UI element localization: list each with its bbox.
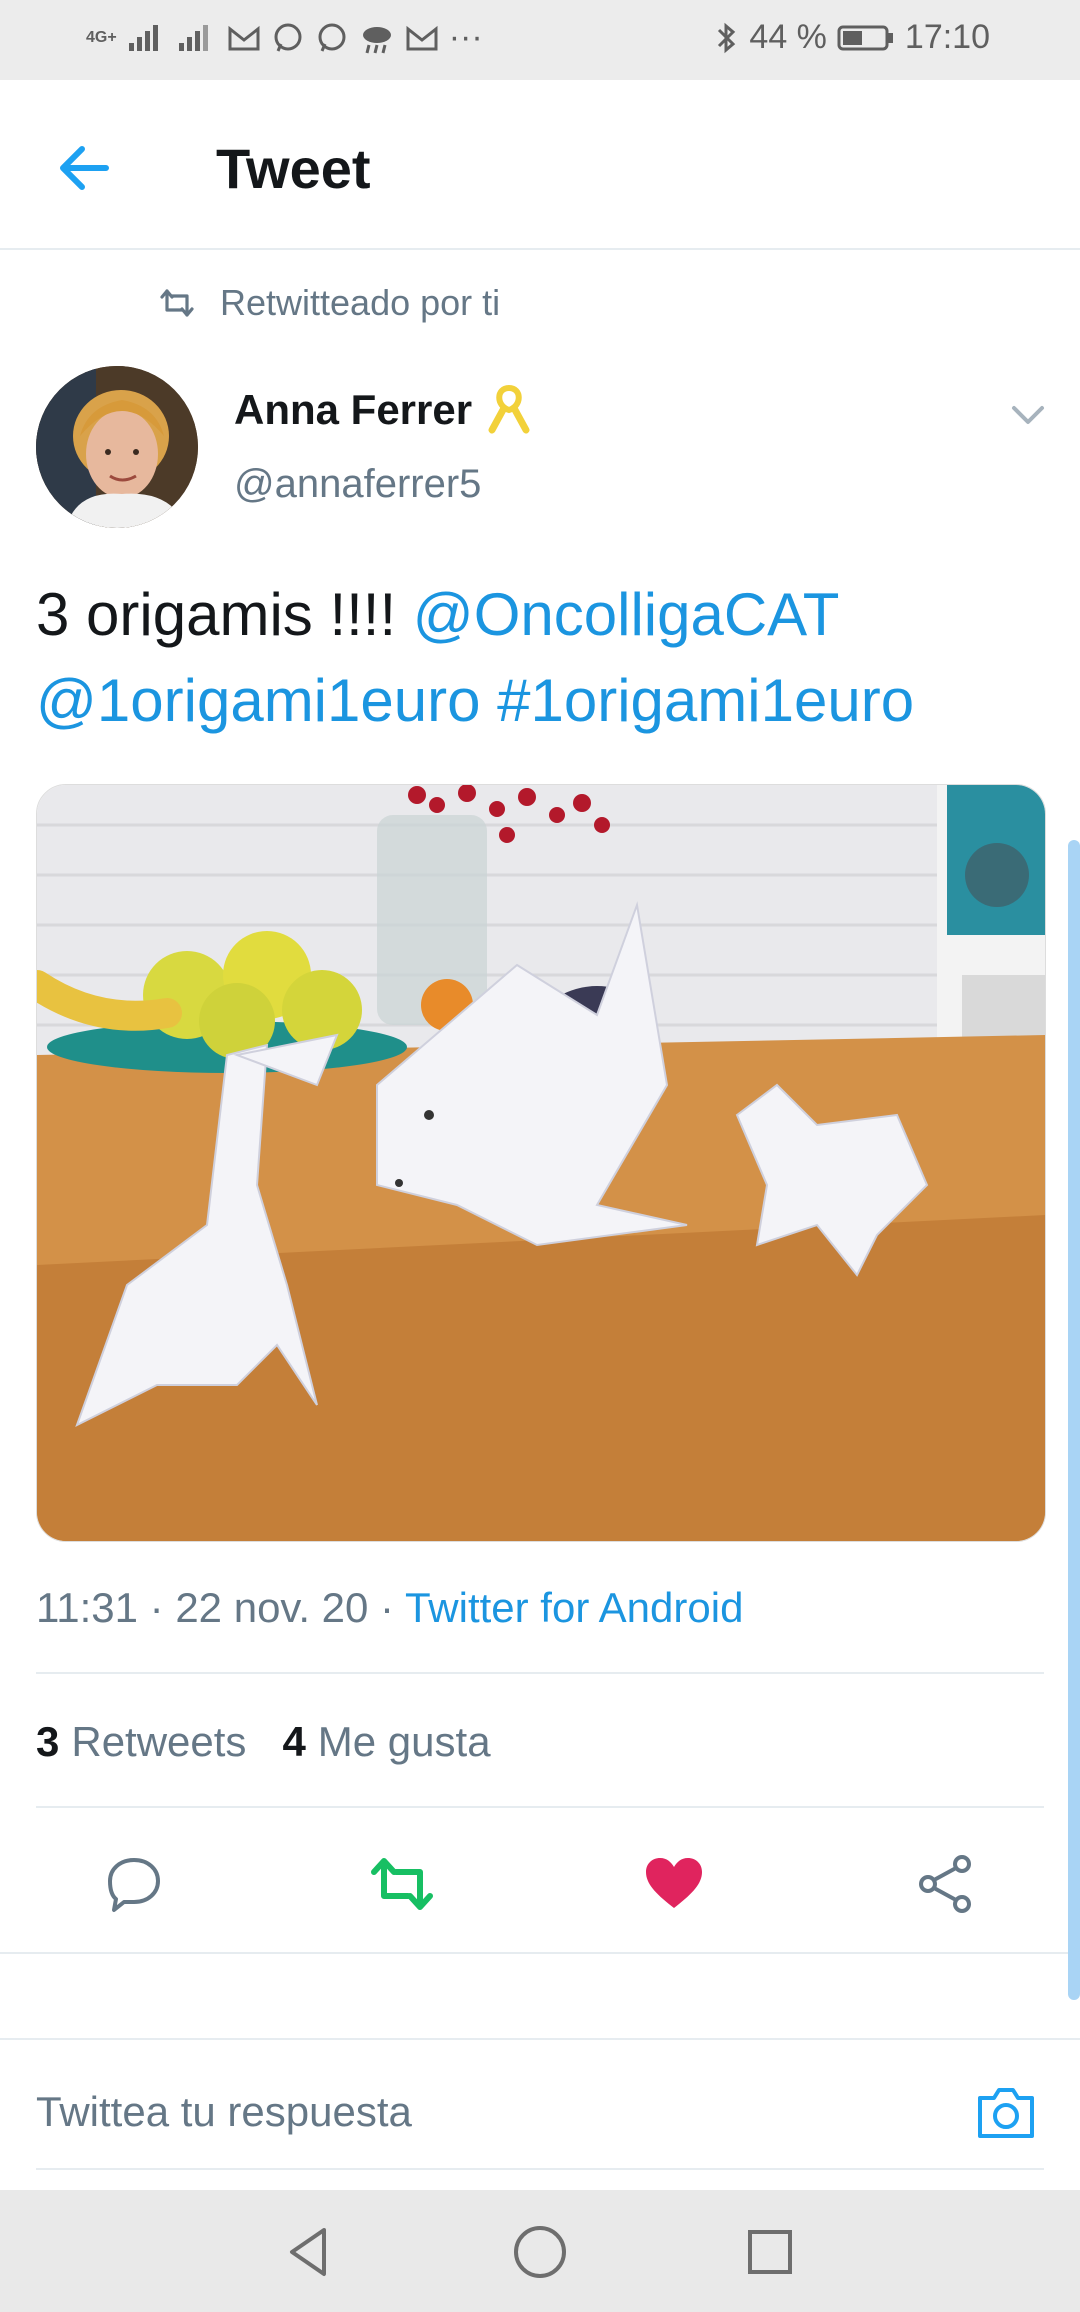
- back-arrow-icon[interactable]: [52, 136, 116, 200]
- tweet-photo: [37, 785, 1045, 1541]
- status-right-icons: 44 % 17:10: [715, 18, 990, 57]
- likes-label: Me gusta: [317, 1718, 491, 1765]
- heart-icon[interactable]: [642, 1852, 706, 1916]
- scrollbar[interactable]: [1068, 840, 1080, 2000]
- reply-top-divider: [0, 2038, 1080, 2040]
- avatar[interactable]: [36, 366, 198, 528]
- system-nav-bar: [0, 2190, 1080, 2312]
- tweet-source-link[interactable]: Twitter for Android: [405, 1584, 743, 1631]
- chevron-down-icon[interactable]: [1006, 392, 1050, 436]
- author-handle[interactable]: @annaferrer5: [234, 462, 481, 507]
- nav-back-icon[interactable]: [278, 2220, 342, 2284]
- retweet-context[interactable]: Retwitteado por ti: [158, 282, 500, 324]
- signal-icon: [128, 24, 158, 51]
- divider: [36, 1672, 1044, 1674]
- tweet-actions: [0, 1810, 1080, 1952]
- camera-icon[interactable]: [974, 2080, 1038, 2144]
- bluetooth-icon: [718, 22, 736, 53]
- meta-separator-2: ·: [368, 1584, 405, 1631]
- nav-home-icon[interactable]: [508, 2220, 572, 2284]
- retweets-stat[interactable]: 3 Retweets: [36, 1718, 246, 1766]
- reply-underline: [36, 2168, 1044, 2170]
- likes-count: 4: [282, 1718, 306, 1765]
- status-bar: 4G+ ··· 44 % 17:10: [0, 0, 1080, 80]
- app-header: Tweet: [0, 80, 1080, 250]
- gmail-icon: [228, 25, 260, 50]
- share-icon[interactable]: [914, 1852, 978, 1916]
- actions-bottom-divider: [0, 1952, 1080, 1954]
- tweet-media[interactable]: [36, 784, 1046, 1542]
- status-left-icons: 4G+ ···: [86, 18, 483, 57]
- nav-recents-icon[interactable]: [738, 2220, 802, 2284]
- hashtag-1origami1euro[interactable]: #1origami1euro: [497, 667, 914, 734]
- tweet-date: 22 nov. 20: [175, 1584, 369, 1631]
- whatsapp-2-icon: [318, 23, 346, 52]
- retweets-count: 3: [36, 1718, 60, 1765]
- more-notifications-icon: ···: [448, 18, 483, 56]
- tweet-text-plain: 3 origamis !!!!: [36, 581, 413, 648]
- divider-2: [36, 1806, 1044, 1808]
- network-type: 4G+: [86, 28, 117, 46]
- page-title: Tweet: [216, 137, 371, 200]
- author-name[interactable]: Anna Ferrer: [234, 384, 532, 436]
- whatsapp-icon: [274, 23, 302, 52]
- likes-stat[interactable]: 4 Me gusta: [282, 1718, 490, 1766]
- tweet-meta: 11:31 · 22 nov. 20 · Twitter for Android: [36, 1584, 743, 1632]
- signal-2-icon: [178, 24, 208, 51]
- mention-1origami1euro[interactable]: @1origami1euro: [36, 667, 480, 734]
- gmail-2-icon: [406, 25, 438, 50]
- battery-percent: 44 %: [749, 18, 827, 56]
- battery-icon: [837, 25, 893, 50]
- weather-icon: [362, 26, 391, 53]
- reply-input[interactable]: Twittea tu respuesta: [36, 2088, 412, 2136]
- retweet-icon[interactable]: [370, 1852, 434, 1916]
- reply-icon[interactable]: [102, 1852, 166, 1916]
- meta-separator: ·: [138, 1584, 176, 1631]
- retweets-label: Retweets: [71, 1718, 247, 1765]
- retweet-small-icon: [160, 289, 194, 317]
- yellow-ribbon-icon: [488, 384, 530, 434]
- avatar-photo: [36, 366, 198, 528]
- mention-oncolligacat[interactable]: @OncolligaCAT: [413, 581, 840, 648]
- clock: 17:10: [904, 18, 990, 56]
- tweet-text: 3 origamis !!!! @OncolligaCAT @1origami1…: [36, 572, 1036, 744]
- author-name-text: Anna Ferrer: [234, 386, 473, 433]
- retweet-context-label: Retwitteado por ti: [220, 282, 501, 323]
- tweet-time: 11:31: [36, 1584, 138, 1631]
- tweet-stats: 3 Retweets 4 Me gusta: [36, 1718, 491, 1766]
